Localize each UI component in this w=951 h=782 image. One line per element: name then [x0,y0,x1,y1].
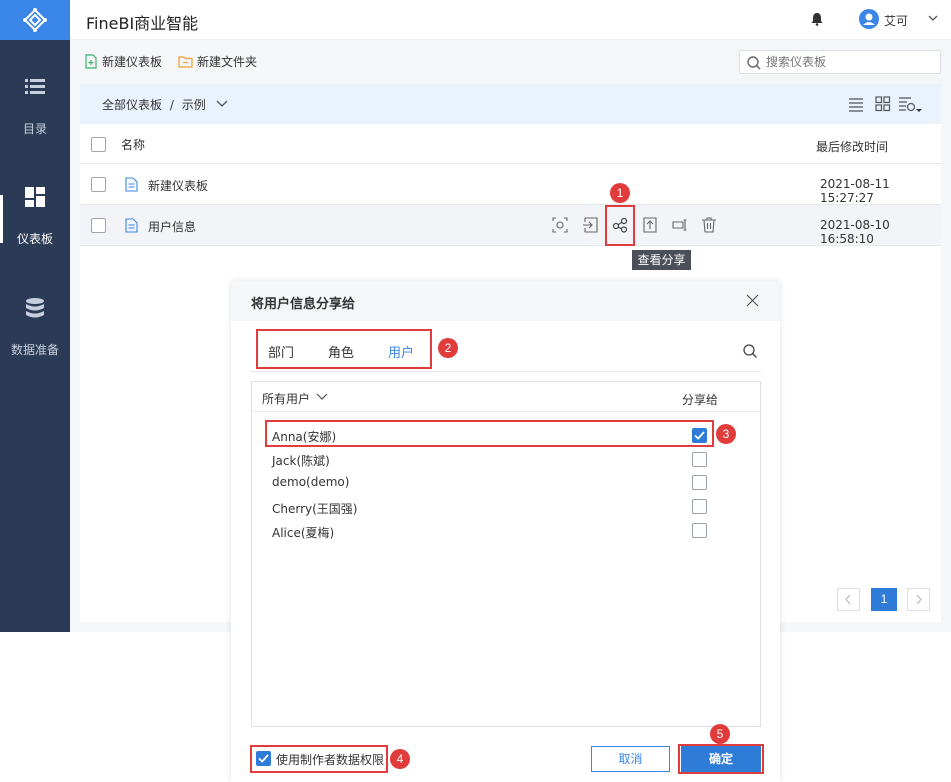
new-dashboard-label: 新建仪表板 [102,55,163,69]
user-icon [863,13,875,25]
breadcrumb-root[interactable]: 全部仪表板 [102,98,162,112]
sidebar-item-label: 目录 [22,122,47,136]
next-page-button[interactable] [907,588,930,611]
user-share-checkbox[interactable] [692,499,707,514]
user-name[interactable]: 艾可 [884,12,908,29]
sidebar-item-data-prep[interactable]: 数据准备 [0,297,70,377]
list-icon [25,79,45,94]
chevron-down-icon[interactable] [928,11,938,25]
close-icon[interactable] [746,294,759,307]
top-bar: FineBI商业智能 艾可 [70,0,951,40]
dashboard-icon [25,187,45,207]
row-time: 2021-08-10 16:58:10 [820,218,890,246]
search-box[interactable] [739,50,941,74]
database-icon [26,298,44,318]
step-badge: 3 [716,424,736,444]
table-row[interactable]: 新建仪表板 2021-08-11 15:27:27 [80,164,941,205]
row-checkbox[interactable] [91,177,106,192]
row-checkbox[interactable] [91,218,106,233]
grid-view-icon[interactable] [875,96,891,112]
prev-page-button[interactable] [837,588,860,611]
highlight-box-share [605,205,635,246]
row-time: 2021-08-11 15:27:27 [820,177,890,205]
step-badge: 1 [610,183,630,203]
chevron-right-icon [916,594,922,605]
user-share-checkbox[interactable] [692,523,707,538]
logo[interactable] [0,0,70,40]
list-view-icon[interactable] [848,96,864,112]
new-dashboard-button[interactable]: 新建仪表板 [84,53,162,70]
share-to-column: 分享给 [682,393,719,407]
sort-icon[interactable] [898,96,922,114]
sidebar: 目录 仪表板 数据准备 [0,0,70,632]
user-name-item: Cherry(王国强) [272,502,358,516]
breadcrumb: 全部仪表板 / 示例 [102,96,228,113]
new-dashboard-icon [85,54,97,69]
divider [251,371,761,372]
user-share-checkbox[interactable] [692,475,707,490]
step-badge: 4 [390,749,410,769]
cancel-button[interactable]: 取消 [591,746,670,772]
search-input[interactable] [766,54,936,70]
preview-icon[interactable] [552,217,568,233]
page-number-button[interactable]: 1 [871,588,897,611]
user-share-checkbox[interactable] [692,452,707,467]
sidebar-item-label: 仪表板 [16,232,53,246]
logo-icon [23,8,47,32]
tooltip: 查看分享 [632,250,691,270]
dashboard-file-icon [125,218,138,233]
table-header: 名称 最后修改时间 [80,124,941,164]
highlight-box-tabs [256,329,432,369]
column-name-header: 名称 [121,138,146,152]
highlight-box-permission [250,745,388,773]
move-icon[interactable] [582,217,598,233]
chevron-left-icon [845,594,851,605]
breadcrumb-bar: 全部仪表板 / 示例 [80,84,941,124]
avatar[interactable] [859,9,879,29]
search-icon[interactable] [742,343,758,359]
sidebar-item-dashboard[interactable]: 仪表板 [0,186,70,266]
user-name-item: demo(demo) [272,475,350,489]
chevron-down-icon[interactable] [316,392,328,402]
step-badge: 2 [438,338,458,358]
sidebar-item-catalog[interactable]: 目录 [0,76,70,156]
app-title: FineBI商业智能 [86,14,199,33]
bell-icon[interactable] [810,12,824,26]
delete-icon[interactable] [701,217,717,233]
highlight-box-confirm [678,744,764,774]
new-folder-icon [178,56,193,68]
step-badge: 5 [710,724,730,744]
rename-icon[interactable] [672,217,688,233]
select-all-checkbox[interactable] [91,137,106,152]
chevron-down-icon[interactable] [216,99,228,109]
row-name[interactable]: 用户信息 [148,218,196,235]
row-name[interactable]: 新建仪表板 [148,177,208,194]
highlight-box-user [265,420,714,447]
dialog-title: 将用户信息分享给 [251,297,356,312]
user-filter-label[interactable]: 所有用户 [262,390,310,407]
new-folder-label: 新建文件夹 [197,55,258,69]
search-icon [747,56,761,70]
column-time-header: 最后修改时间 [816,140,889,154]
sidebar-item-label: 数据准备 [10,343,59,357]
dialog-header: 将用户信息分享给 [231,281,780,321]
user-list-header: 所有用户 分享给 [252,382,760,412]
breadcrumb-separator: / [169,98,174,112]
table-row[interactable]: 用户信息 2021-08-10 16:58:10 [80,205,941,246]
user-name-item: Jack(陈斌) [272,454,330,468]
new-folder-button[interactable]: 新建文件夹 [178,53,257,70]
dashboard-file-icon [125,177,138,192]
export-icon[interactable] [642,217,658,233]
user-name-item: Alice(夏梅) [272,526,335,540]
breadcrumb-current[interactable]: 示例 [182,98,206,112]
